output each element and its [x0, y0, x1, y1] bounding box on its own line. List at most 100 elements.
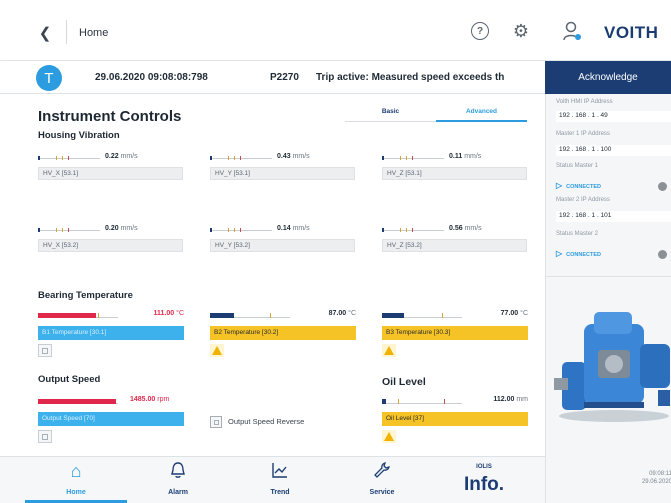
page-breadcrumb: Home: [79, 27, 109, 39]
help-icon[interactable]: ?: [471, 22, 489, 40]
clock-date: 29.06.2020: [641, 479, 671, 485]
nav-alarm-label: Alarm: [168, 489, 188, 496]
acknowledge-button[interactable]: Acknowledge: [545, 61, 671, 94]
clock: 09:08:11 29.06.2020: [606, 470, 671, 486]
gauge-bar: [210, 313, 290, 318]
gauge-bar: [38, 399, 118, 404]
oil-level-gauge: 112.00 mm Oil Level [37]: [382, 396, 528, 448]
vibration-gauge: 0.14 mm/s HV_Y [53.2]: [210, 224, 355, 256]
hmi-ip-label: Voith HMI IP Address: [556, 99, 613, 105]
status-master2-label: Status Master 2: [556, 231, 599, 237]
alarm-message: Trip active: Measured speed exceeds th: [316, 72, 505, 83]
gauge-label: HV_Z [53.1]: [382, 167, 527, 180]
gauge-label: HV_Y [53.1]: [210, 167, 355, 180]
nav-home[interactable]: ⌂ Home: [25, 457, 127, 503]
chevron-left-icon[interactable]: ❮: [34, 22, 56, 44]
warning-icon: [382, 344, 396, 357]
vibration-gauge: 0.11 mm/s HV_Z [53.1]: [382, 152, 527, 184]
alarm-code: P2270: [270, 72, 299, 83]
gauge-label: Oil Level [37]: [382, 412, 528, 426]
wrench-icon: [331, 461, 433, 484]
status-dot: [658, 182, 667, 191]
gauge-label: B3 Temperature [30.3]: [382, 326, 528, 340]
gauge-bar: [382, 313, 462, 318]
play-icon: ▷: [556, 181, 563, 190]
gauge-value: 0.11 mm/s: [449, 153, 482, 160]
status-indicator: [38, 344, 52, 357]
instrument-controls-panel: Instrument Controls Basic Advanced Housi…: [0, 94, 545, 456]
nav-info[interactable]: IOLIS Info.: [433, 457, 535, 503]
gauge-bar: [38, 313, 118, 318]
gauge-value: 87.00 °C: [328, 310, 356, 317]
gauge-value: 77.00 °C: [500, 310, 528, 317]
status-dot: [658, 250, 667, 259]
nav-trend[interactable]: Trend: [229, 457, 331, 503]
gauge-track: [210, 228, 272, 232]
gauge-label: Output Speed [70]: [38, 412, 184, 426]
bearing-temperature-title: Bearing Temperature: [38, 290, 133, 301]
warning-icon: [210, 344, 224, 357]
master1-ip-label: Master 1 IP Address: [556, 131, 610, 137]
info-label: Info.: [463, 474, 505, 495]
gauge-label: HV_Y [53.2]: [210, 239, 355, 252]
user-icon[interactable]: [562, 20, 582, 42]
bell-icon: [127, 461, 229, 484]
nav-alarm[interactable]: Alarm: [127, 457, 229, 503]
gauge-value: 112.00 mm: [493, 396, 528, 403]
gauge-label: HV_X [53.2]: [38, 239, 183, 252]
gauge-value: 1485.00 rpm: [130, 396, 170, 403]
gauge-value: 0.22 mm/s: [105, 153, 138, 160]
status-master2: ▷ CONNECTED: [556, 249, 671, 261]
alarm-type-badge: T: [36, 65, 62, 91]
output-speed-title: Output Speed: [38, 374, 101, 385]
vibration-gauge: 0.20 mm/s HV_X [53.2]: [38, 224, 183, 256]
temperature-gauge: 111.00 °C B1 Temperature [30.1]: [38, 310, 184, 362]
gauge-value: 111.00 °C: [153, 310, 184, 317]
master2-ip-value: 192 . 168 . 1 . 101: [556, 211, 671, 222]
gauge-track: [38, 156, 100, 160]
page-title: Instrument Controls: [38, 108, 182, 125]
gearbox-machine-image: [554, 304, 671, 424]
gauge-track: [38, 228, 100, 232]
gauge-label: B1 Temperature [30.1]: [38, 326, 184, 340]
status-master1-label: Status Master 1: [556, 163, 599, 169]
vibration-gauge: 0.56 mm/s HV_Z [53.2]: [382, 224, 527, 256]
gauge-track: [382, 228, 444, 232]
connection-panel: Voith HMI IP Address 192 . 168 . 1 . 49 …: [545, 94, 671, 503]
nav-service-label: Service: [369, 489, 395, 496]
output-speed-reverse-label: Output Speed Reverse: [228, 417, 305, 426]
gauge-value: 0.14 mm/s: [277, 225, 310, 232]
gauge-label: B2 Temperature [30.2]: [210, 326, 356, 340]
voith-logo: VOITH: [604, 23, 659, 42]
temperature-gauge: 77.00 °C B3 Temperature [30.3]: [382, 310, 528, 362]
output-speed-reverse-indicator: [210, 416, 222, 428]
master1-ip-value: 192 . 168 . 1 . 100: [556, 145, 671, 156]
alarm-bar[interactable]: T 29.06.2020 09:08:08:798 P2270 Trip act…: [0, 61, 545, 94]
gear-icon[interactable]: ⚙: [510, 20, 532, 42]
vibration-gauge: 0.43 mm/s HV_Y [53.1]: [210, 152, 355, 184]
iolis-label: IOLIS: [476, 464, 492, 470]
clock-time: 09:08:11: [649, 471, 671, 477]
gauge-track: [382, 156, 444, 160]
gauge-track: [210, 156, 272, 160]
top-bar: ❮ Home ? ⚙ VOITH: [0, 0, 671, 61]
status-indicator: [38, 430, 52, 443]
vibration-gauge: 0.22 mm/s HV_X [53.1]: [38, 152, 183, 184]
gauge-value: 0.43 mm/s: [277, 153, 310, 160]
nav-home-label: Home: [66, 489, 86, 496]
master2-ip-label: Master 2 IP Address: [556, 197, 610, 203]
output-speed-gauge: 1485.00 rpm Output Speed [70]: [38, 396, 184, 448]
gauge-bar: [382, 399, 462, 404]
status-master1: ▷ CONNECTED: [556, 181, 671, 193]
divider: [546, 276, 671, 277]
nav-service[interactable]: Service: [331, 457, 433, 503]
housing-vibration-title: Housing Vibration: [38, 130, 120, 141]
tab-advanced[interactable]: Advanced: [436, 106, 527, 122]
gauge-label: HV_Z [53.2]: [382, 239, 527, 252]
play-icon: ▷: [556, 249, 563, 258]
tab-basic[interactable]: Basic: [345, 106, 436, 122]
hmi-ip-value: 192 . 168 . 1 . 49: [556, 111, 671, 122]
home-icon: ⌂: [70, 461, 82, 481]
gauge-value: 0.20 mm/s: [105, 225, 138, 232]
